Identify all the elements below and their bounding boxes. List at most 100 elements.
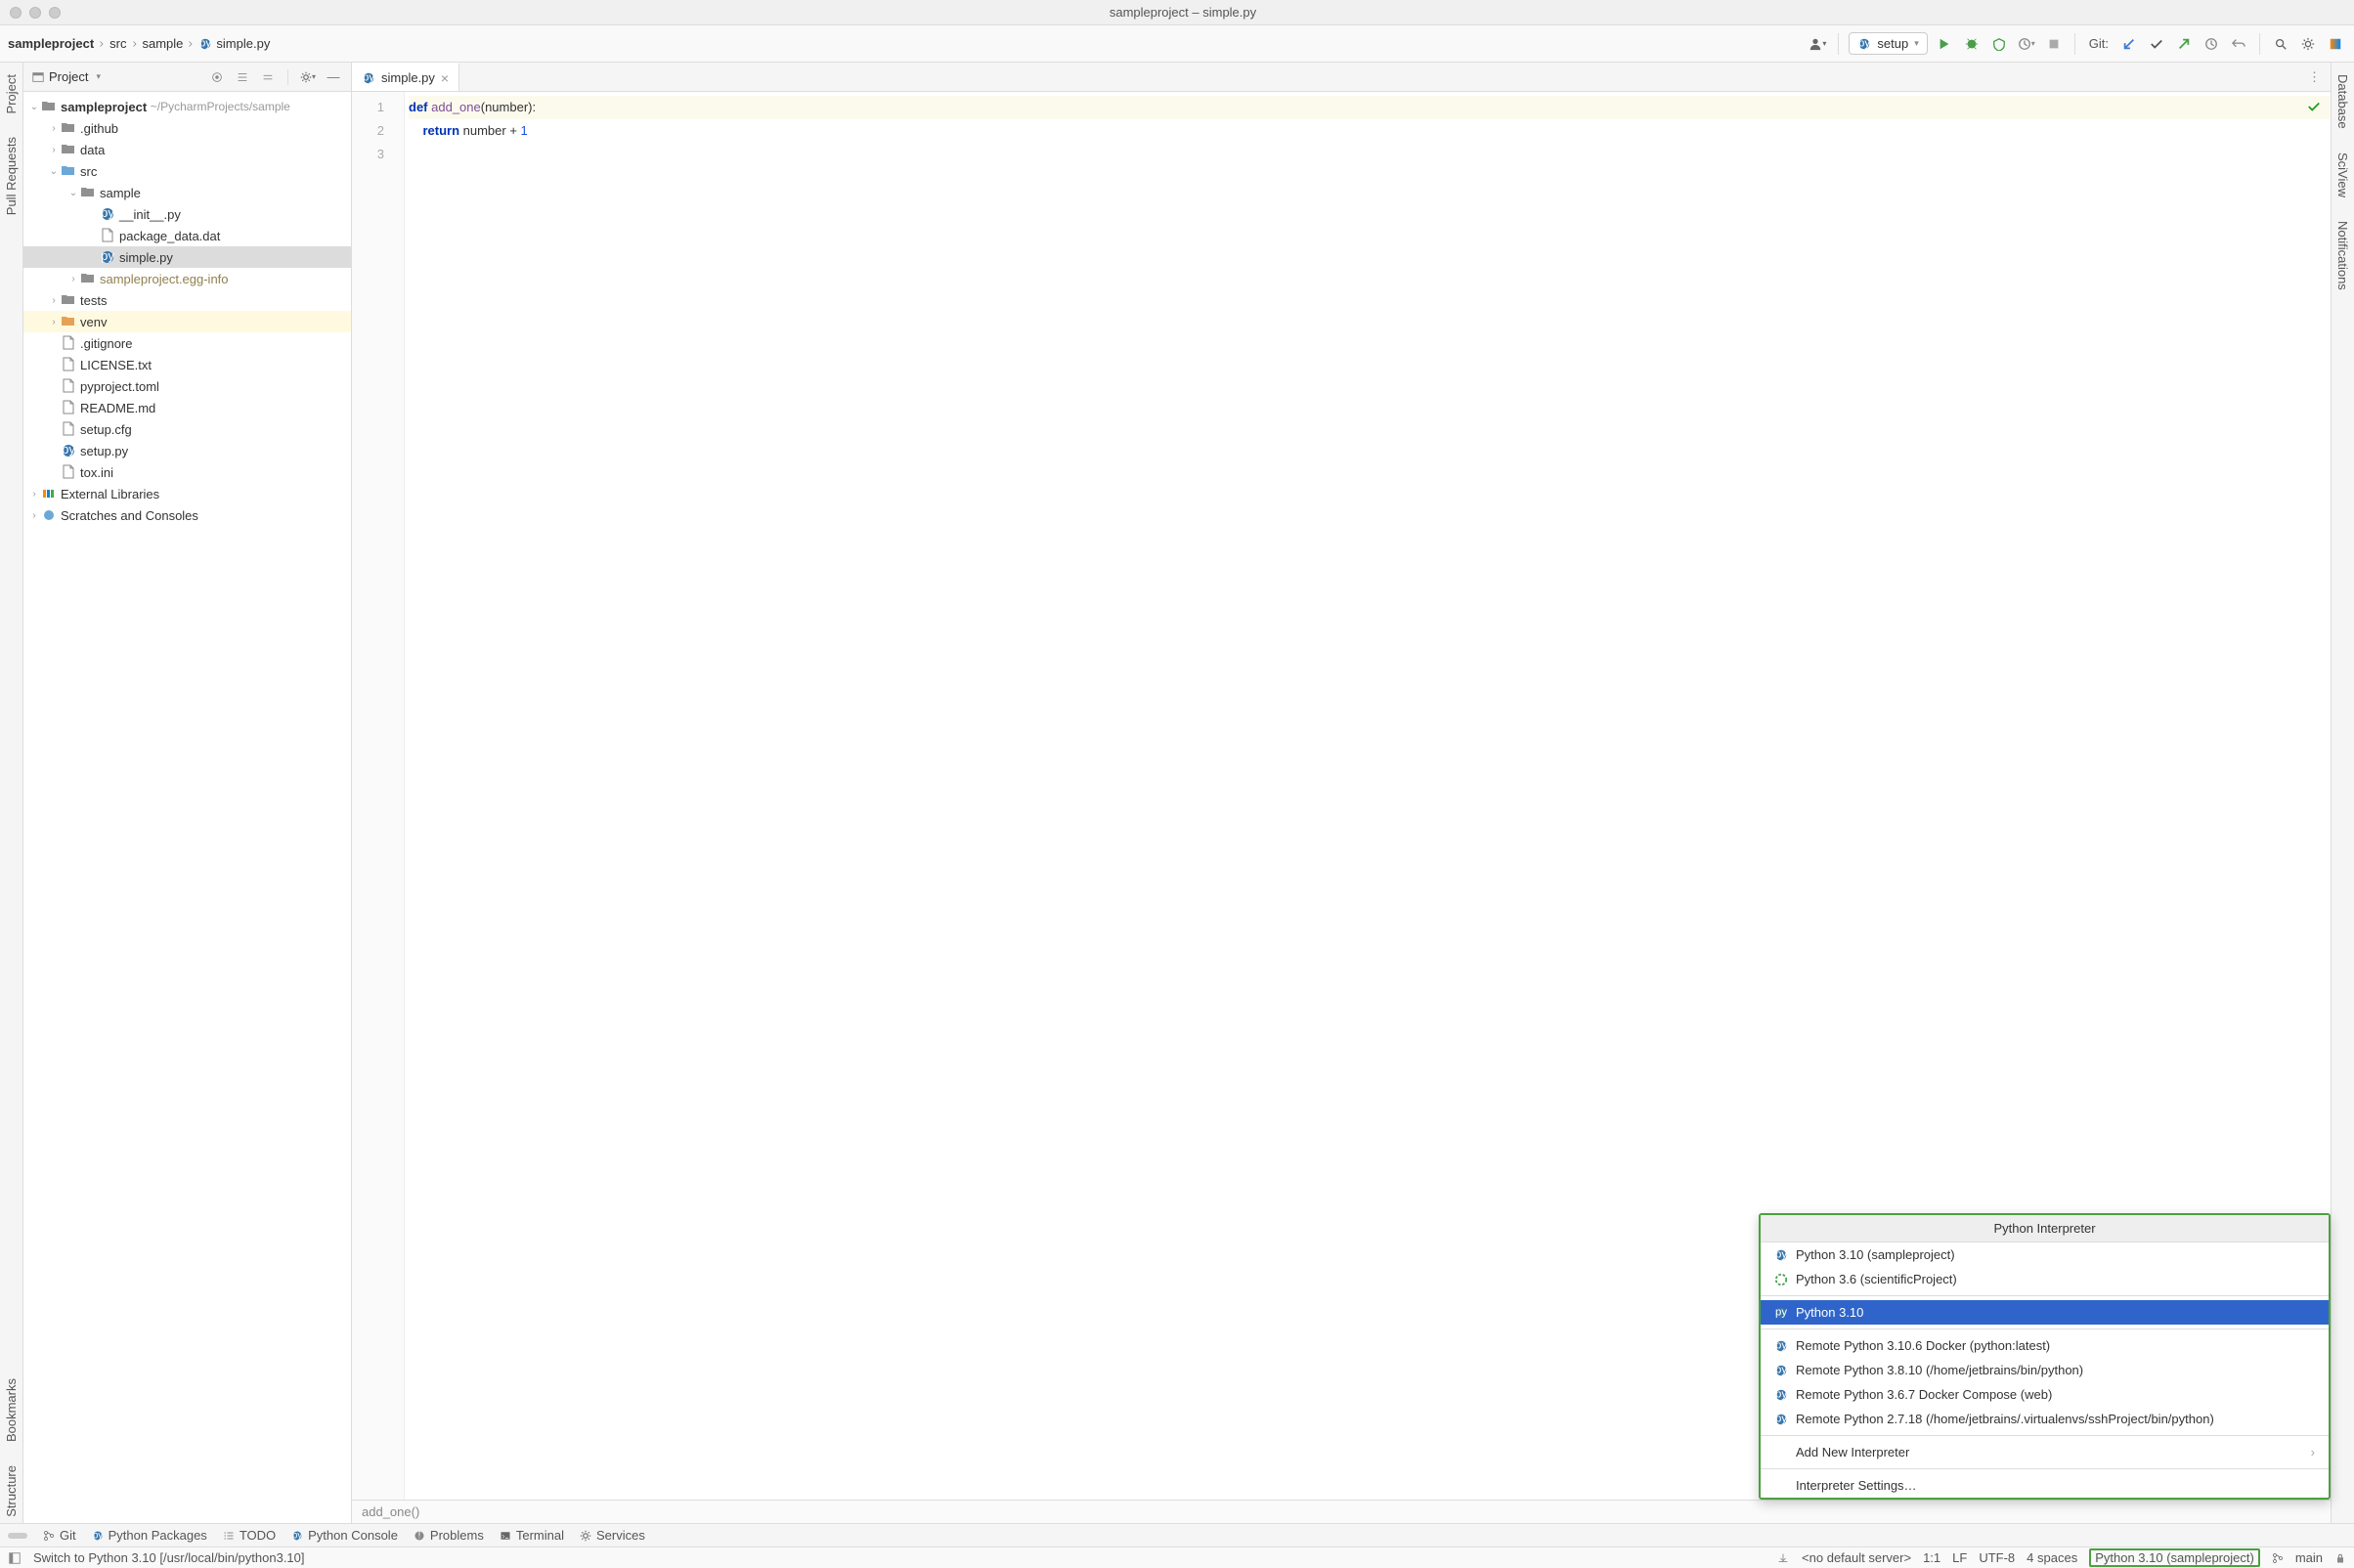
project-tool-button[interactable]: Project [4, 68, 19, 119]
tree-item[interactable]: ›.github [23, 117, 351, 139]
run-configuration-selector[interactable]: setup ▾ [1849, 32, 1927, 55]
git-branch-selector[interactable]: main [2295, 1550, 2323, 1565]
database-tool-button[interactable]: Database [2335, 68, 2350, 135]
interpreter-option[interactable]: Remote Python 2.7.18 (/home/jetbrains/.v… [1761, 1407, 2329, 1431]
tree-item-venv[interactable]: ›venv [23, 311, 351, 332]
vcs-push-button[interactable] [2173, 33, 2195, 55]
project-tree[interactable]: ⌄sampleproject ~/PycharmProjects/sample … [23, 92, 351, 1523]
vcs-commit-button[interactable] [2146, 33, 2167, 55]
structure-tool-button[interactable]: Structure [4, 1459, 19, 1523]
interpreter-option[interactable]: Python 3.6 (scientificProject) [1761, 1267, 2329, 1291]
tree-item[interactable]: package_data.dat [23, 225, 351, 246]
select-opened-file-button[interactable] [207, 67, 227, 87]
tree-item[interactable]: pyproject.toml [23, 375, 351, 397]
profile-button[interactable]: ▾ [2016, 33, 2037, 55]
python-console-tool-button[interactable]: Python Console [291, 1528, 398, 1543]
python-icon [1774, 1364, 1788, 1377]
breadcrumb-item[interactable]: sample [143, 36, 184, 51]
sciview-tool-button[interactable]: SciView [2335, 147, 2350, 203]
terminal-tool-button[interactable]: Terminal [500, 1528, 564, 1543]
minimize-window-button[interactable] [29, 7, 41, 19]
coverage-button[interactable] [1988, 33, 2010, 55]
scrollbar-handle[interactable] [8, 1533, 27, 1539]
deployment-server-selector[interactable]: <no default server> [1802, 1550, 1911, 1565]
tree-item[interactable]: setup.py [23, 440, 351, 461]
todo-tool-button[interactable]: TODO [223, 1528, 276, 1543]
close-tab-button[interactable]: × [441, 70, 449, 86]
git-tool-button[interactable]: Git [43, 1528, 76, 1543]
svg-text:!: ! [418, 1530, 421, 1541]
jetbrains-button[interactable] [2325, 33, 2346, 55]
tree-item[interactable]: LICENSE.txt [23, 354, 351, 375]
vcs-rollback-button[interactable] [2228, 33, 2249, 55]
navigation-bar: sampleproject src sample simple.py ▾ set… [0, 25, 2354, 63]
tree-item[interactable]: ›sampleproject.egg-info [23, 268, 351, 289]
cursor-position[interactable]: 1:1 [1923, 1550, 1940, 1565]
tree-item[interactable]: ›Scratches and Consoles [23, 504, 351, 526]
run-button[interactable] [1934, 33, 1955, 55]
project-icon [31, 70, 45, 84]
bookmarks-tool-button[interactable]: Bookmarks [4, 1372, 19, 1448]
notifications-tool-button[interactable]: Notifications [2335, 215, 2350, 296]
interpreter-settings-button[interactable]: Interpreter Settings… [1761, 1473, 2329, 1498]
tree-item[interactable]: ›tests [23, 289, 351, 311]
python-icon [1774, 1306, 1788, 1320]
editor-tabs-more-button[interactable]: ⋮ [2298, 69, 2331, 85]
editor-breadcrumbs[interactable]: add_one() [352, 1500, 2331, 1523]
chevron-down-icon[interactable]: ▾ [96, 71, 101, 82]
tree-item-root[interactable]: ⌄sampleproject ~/PycharmProjects/sample [23, 96, 351, 117]
zoom-window-button[interactable] [49, 7, 61, 19]
editor-area: simple.py × ⋮ 1 2 3 def add_one(number):… [352, 63, 2331, 1523]
search-everywhere-button[interactable] [2270, 33, 2291, 55]
debug-button[interactable] [1961, 33, 1983, 55]
panel-settings-button[interactable]: ▾ [298, 67, 318, 87]
problems-tool-button[interactable]: !Problems [414, 1528, 484, 1543]
title-bar: sampleproject – simple.py [0, 0, 2354, 25]
collapse-all-button[interactable] [258, 67, 278, 87]
services-tool-button[interactable]: Services [580, 1528, 645, 1543]
tree-item-selected[interactable]: simple.py [23, 246, 351, 268]
encoding-selector[interactable]: UTF-8 [1979, 1550, 2015, 1565]
vcs-update-button[interactable] [2118, 33, 2140, 55]
vcs-history-button[interactable] [2201, 33, 2222, 55]
interpreter-option[interactable]: Remote Python 3.10.6 Docker (python:late… [1761, 1333, 2329, 1358]
editor-gutter[interactable]: 1 2 3 [352, 92, 405, 1500]
python-packages-tool-button[interactable]: Python Packages [92, 1528, 207, 1543]
tree-item[interactable]: ⌄sample [23, 182, 351, 203]
tree-item[interactable]: README.md [23, 397, 351, 418]
add-interpreter-button[interactable]: Add New Interpreter› [1761, 1440, 2329, 1464]
close-window-button[interactable] [10, 7, 22, 19]
python-icon [1774, 1339, 1788, 1353]
tree-item[interactable]: setup.cfg [23, 418, 351, 440]
inspection-ok-icon[interactable] [2307, 100, 2321, 113]
breadcrumb-item[interactable]: simple.py [216, 36, 270, 51]
interpreter-option[interactable]: Remote Python 3.6.7 Docker Compose (web) [1761, 1382, 2329, 1407]
interpreter-selector[interactable]: Python 3.10 (sampleproject) [2089, 1548, 2260, 1567]
deployment-icon[interactable] [1776, 1551, 1790, 1565]
indent-selector[interactable]: 4 spaces [2027, 1550, 2077, 1565]
tree-item[interactable]: .gitignore [23, 332, 351, 354]
breadcrumb-item[interactable]: src [109, 36, 126, 51]
panel-title-label: Project [49, 69, 88, 84]
tree-item[interactable]: __init__.py [23, 203, 351, 225]
status-bar: Switch to Python 3.10 [/usr/local/bin/py… [0, 1546, 2354, 1568]
interpreter-option[interactable]: Python 3.10 (sampleproject) [1761, 1242, 2329, 1267]
tree-item[interactable]: tox.ini [23, 461, 351, 483]
hide-panel-button[interactable]: — [324, 67, 343, 87]
lock-icon[interactable] [2334, 1552, 2346, 1564]
tree-item[interactable]: ›data [23, 139, 351, 160]
expand-all-button[interactable] [233, 67, 252, 87]
editor-tab[interactable]: simple.py × [352, 63, 459, 91]
project-panel: Project ▾ ▾ — ⌄sampleproject ~/PycharmPr… [23, 63, 352, 1523]
line-separator-selector[interactable]: LF [1952, 1550, 1967, 1565]
interpreter-option-selected[interactable]: Python 3.10 [1761, 1300, 2329, 1325]
ide-settings-button[interactable] [2297, 33, 2319, 55]
user-button[interactable]: ▾ [1807, 33, 1828, 55]
pull-requests-tool-button[interactable]: Pull Requests [4, 131, 19, 221]
tree-item[interactable]: ›External Libraries [23, 483, 351, 504]
interpreter-option[interactable]: Remote Python 3.8.10 (/home/jetbrains/bi… [1761, 1358, 2329, 1382]
stop-button[interactable] [2043, 33, 2065, 55]
breadcrumb-item[interactable]: sampleproject [8, 36, 94, 51]
tool-windows-button[interactable] [8, 1551, 22, 1565]
tree-item[interactable]: ⌄src [23, 160, 351, 182]
